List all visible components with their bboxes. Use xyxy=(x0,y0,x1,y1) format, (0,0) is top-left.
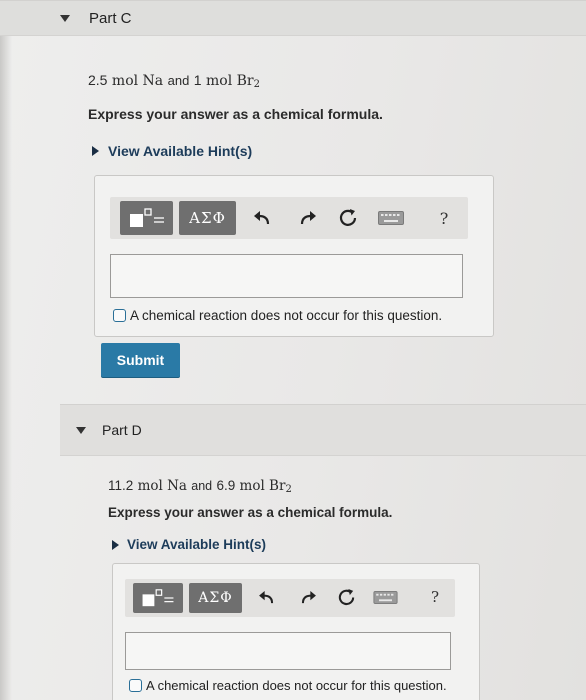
part-c-answer-box: ΑΣΦ ? A chemical reaction does not occur… xyxy=(94,175,494,337)
part-d-title: Part D xyxy=(102,422,142,438)
redo-button[interactable] xyxy=(297,586,319,608)
part-d-header[interactable]: Part D xyxy=(60,404,586,456)
part-d-math-toolbar: ΑΣΦ ? xyxy=(125,579,455,617)
no-reaction-checkbox[interactable] xyxy=(129,679,142,692)
hint-label: View Available Hint(s) xyxy=(108,143,253,159)
part-d-no-reaction-option[interactable]: A chemical reaction does not occur for t… xyxy=(129,678,447,693)
template-icon xyxy=(142,589,174,607)
no-reaction-checkbox[interactable] xyxy=(113,309,126,322)
undo-icon xyxy=(258,590,273,603)
keyboard-button[interactable] xyxy=(371,589,399,606)
redo-button[interactable] xyxy=(296,206,320,230)
reset-icon xyxy=(339,209,357,226)
greek-symbols-button[interactable]: ΑΣΦ xyxy=(189,583,242,613)
part-d-instruction: Express your answer as a chemical formul… xyxy=(108,505,393,520)
greek-symbols-button[interactable]: ΑΣΦ xyxy=(179,201,236,235)
undo-button[interactable] xyxy=(250,206,274,230)
template-icon xyxy=(129,208,164,227)
part-c-answer-input[interactable] xyxy=(110,254,463,298)
hint-label: View Available Hint(s) xyxy=(127,537,267,552)
part-d-answer-box: ΑΣΦ ? A chemical reaction does not occur… xyxy=(112,563,480,700)
part-c-math-toolbar: ΑΣΦ ? xyxy=(110,197,468,239)
help-button[interactable]: ? xyxy=(434,206,454,230)
reset-icon xyxy=(338,588,354,605)
part-d-hint-toggle[interactable]: View Available Hint(s) xyxy=(112,537,266,552)
keyboard-icon xyxy=(372,591,398,604)
reset-button[interactable] xyxy=(335,586,357,608)
part-c-header[interactable]: Part C xyxy=(0,0,586,36)
help-button[interactable]: ? xyxy=(425,586,445,608)
chevron-down-icon[interactable] xyxy=(60,14,70,22)
part-c-instruction: Express your answer as a chemical formul… xyxy=(88,106,383,122)
redo-icon xyxy=(300,211,316,225)
part-c-question: 2.5 mol Na and 1 mol Br2 xyxy=(88,72,261,90)
part-c-hint-toggle[interactable]: View Available Hint(s) xyxy=(92,143,252,159)
chevron-right-icon xyxy=(92,146,99,156)
part-d-answer-input[interactable] xyxy=(125,632,451,670)
photo-shadow xyxy=(0,0,12,700)
part-c-no-reaction-option[interactable]: A chemical reaction does not occur for t… xyxy=(113,308,442,323)
submit-button[interactable]: Submit xyxy=(101,343,180,377)
chevron-down-icon[interactable] xyxy=(76,426,86,434)
reset-button[interactable] xyxy=(336,206,360,230)
no-reaction-label: A chemical reaction does not occur for t… xyxy=(130,308,443,323)
undo-button[interactable] xyxy=(255,586,277,608)
keyboard-icon xyxy=(378,211,404,225)
screen: Part C 2.5 mol Na and 1 mol Br2 Express … xyxy=(0,0,586,700)
template-button[interactable] xyxy=(133,583,183,613)
no-reaction-label: A chemical reaction does not occur for t… xyxy=(146,678,447,693)
redo-icon xyxy=(301,590,316,603)
keyboard-button[interactable] xyxy=(376,209,406,227)
undo-icon xyxy=(254,211,270,225)
template-button[interactable] xyxy=(120,201,173,235)
part-c-title: Part C xyxy=(89,9,132,27)
chevron-right-icon xyxy=(112,539,119,550)
part-d-question: 11.2 mol Na and 6.9 mol Br2 xyxy=(108,478,292,495)
